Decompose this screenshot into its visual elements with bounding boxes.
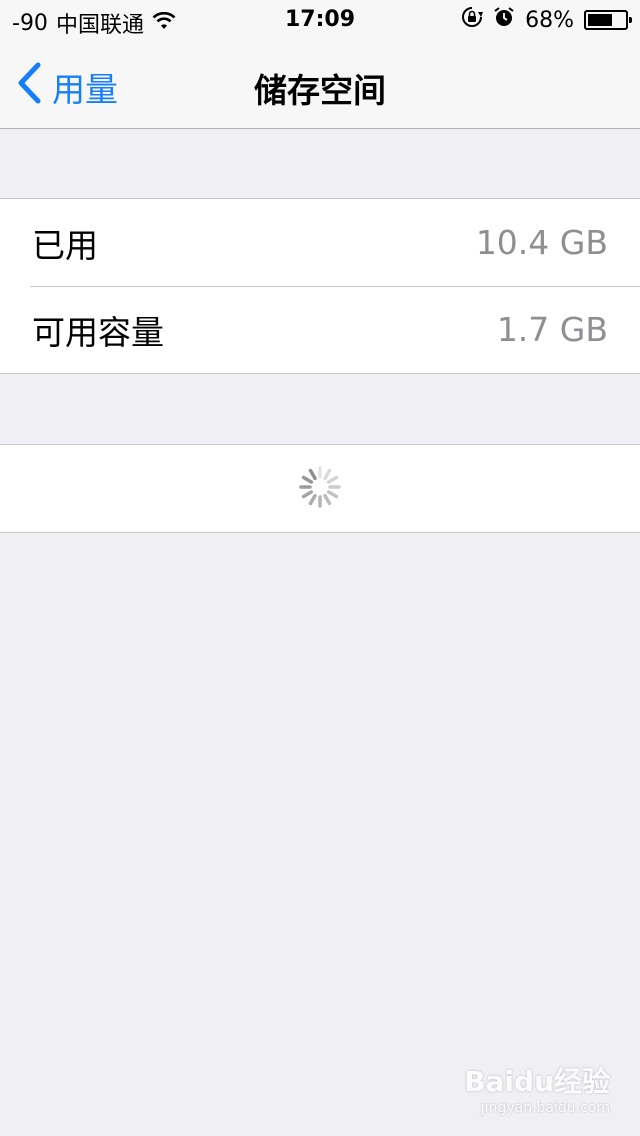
storage-row-used: 已用 10.4 GB — [0, 199, 640, 286]
watermark-domain: jingyan.baidu.com — [480, 1100, 610, 1116]
storage-group: 已用 10.4 GB 可用容量 1.7 GB — [0, 198, 640, 374]
alarm-icon — [493, 6, 515, 34]
battery-fill — [588, 14, 612, 26]
navigation-bar: 用量 储存空间 — [0, 40, 640, 128]
spinner-icon — [298, 465, 342, 513]
top-bar: -90 中国联通 17:09 68% 用量 储存空间 — [0, 0, 640, 129]
row-label: 已用 — [32, 225, 98, 265]
page-title: 储存空间 — [254, 71, 386, 110]
loading-group — [0, 444, 640, 533]
storage-row-available: 可用容量 1.7 GB — [0, 286, 640, 373]
battery-percent: 68% — [525, 7, 574, 33]
status-bar: -90 中国联通 17:09 68% — [0, 0, 640, 40]
watermark: Baidu经验 jingyan.baidu.com — [464, 1060, 610, 1116]
rotation-lock-icon — [461, 6, 484, 34]
status-right: 68% — [461, 6, 632, 34]
row-value: 1.7 GB — [496, 310, 608, 349]
battery-icon — [584, 10, 632, 30]
screen: -90 中国联通 17:09 68% 用量 储存空间 已用 10.4 GB 可用… — [0, 0, 640, 1136]
watermark-brand: Baidu经验 — [464, 1065, 610, 1098]
row-value: 10.4 GB — [475, 223, 608, 262]
loading-row — [0, 445, 640, 532]
row-label: 可用容量 — [32, 312, 164, 352]
